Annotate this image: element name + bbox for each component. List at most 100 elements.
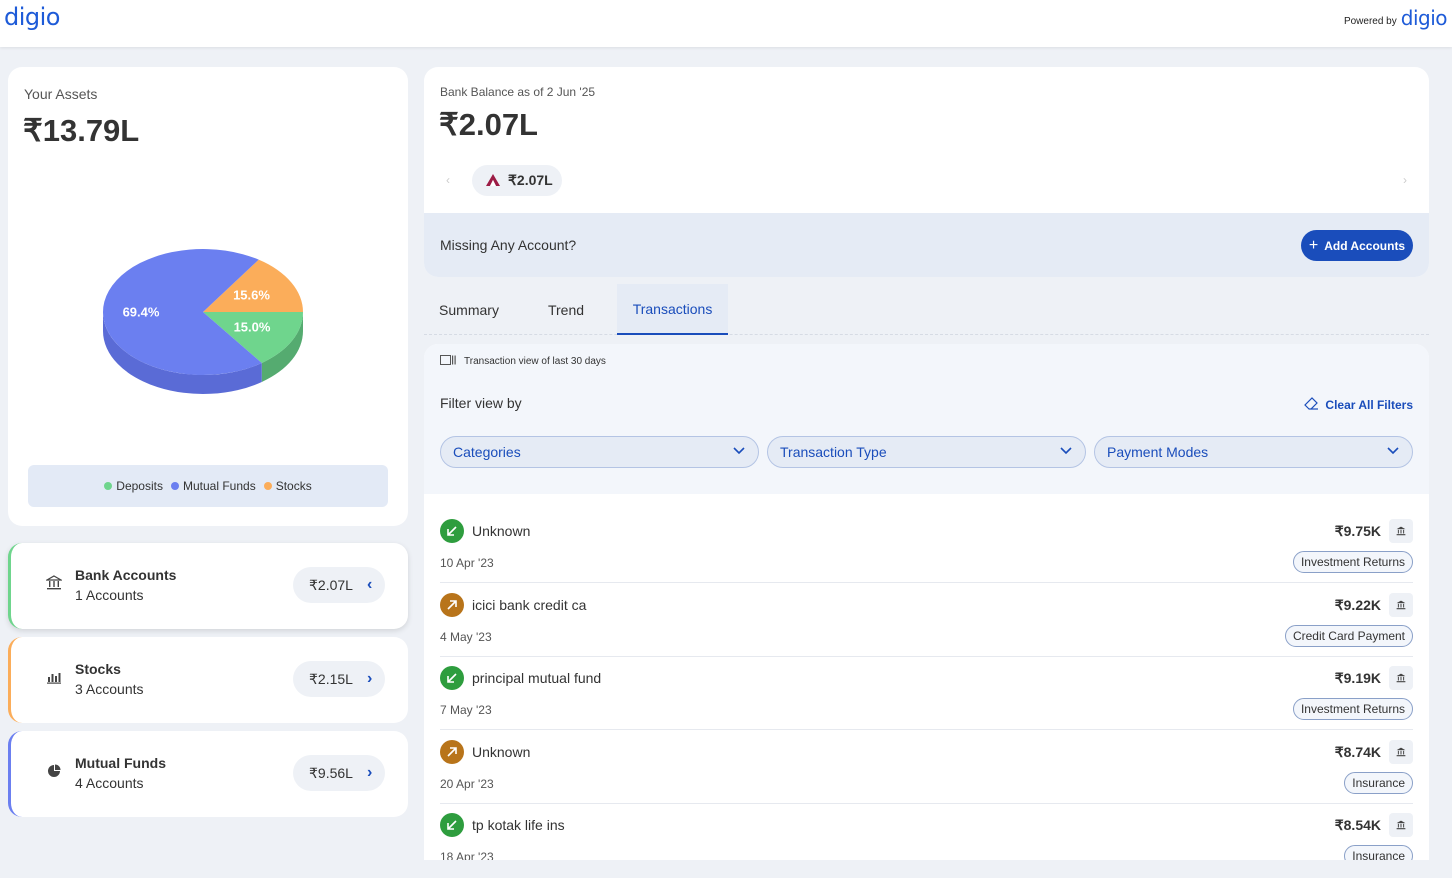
missing-account-text: Missing Any Account? <box>440 237 577 253</box>
transactions-filter-section: Transaction view of last 30 days Filter … <box>424 344 1429 494</box>
transaction-amount: ₹9.75K <box>1334 523 1381 539</box>
arrow-down-left-icon <box>440 519 464 543</box>
pie-legend: Deposits Mutual Funds Stocks <box>28 465 388 507</box>
add-accounts-label: Add Accounts <box>1324 238 1406 253</box>
category-tag: Credit Card Payment <box>1284 624 1413 647</box>
tab-transactions[interactable]: Transactions <box>617 284 728 335</box>
bar-chart-icon <box>45 669 63 687</box>
transaction-amount: ₹8.54K <box>1334 817 1381 833</box>
account-count: 3 Accounts <box>75 681 144 697</box>
chevron-right-icon: › <box>366 670 373 687</box>
account-amount: ₹2.15L <box>309 670 353 687</box>
account-title: Mutual Funds <box>75 755 166 771</box>
bank-chip-amount: ₹2.07L <box>508 172 553 188</box>
view-toggle-icon <box>440 355 456 368</box>
top-bar: digio Powered by digio <box>0 0 1452 47</box>
transaction-row[interactable]: tp kotak life ins 18 Apr '23 ₹8.54K Insuran… <box>440 804 1413 860</box>
transaction-note-text: Transaction view of last 30 days <box>464 356 606 367</box>
category-tag: Investment Returns <box>1292 551 1413 573</box>
assets-card: Your Assets ₹13.79L 15.6% 15.0% 69.4% Depo… <box>8 67 408 526</box>
account-card-bank[interactable]: Bank Accounts 1 Accounts ₹2.07L ‹ <box>8 543 408 629</box>
plus-icon: + <box>1308 236 1319 254</box>
powered-by: Powered by digio <box>1343 6 1448 30</box>
account-title: Stocks <box>75 661 121 677</box>
assets-total: ₹13.79L <box>23 113 140 148</box>
tab-bar: Summary Trend Transactions <box>424 284 1429 335</box>
asset-pie-chart: 15.6% 15.0% 69.4% <box>102 242 313 397</box>
chevron-down-icon <box>733 447 745 455</box>
account-count: 4 Accounts <box>75 775 144 791</box>
legend-item-deposits: Deposits <box>104 479 163 493</box>
brand-logo[interactable]: digio <box>4 3 61 31</box>
transaction-name: principal mutual fund <box>472 670 602 686</box>
account-amount-button[interactable]: ₹2.07L ‹ <box>293 567 385 603</box>
powered-by-label: Powered by <box>1343 15 1397 27</box>
missing-account-bar: Missing Any Account? + Add Accounts <box>424 213 1429 277</box>
account-title: Bank Accounts <box>75 567 177 583</box>
transaction-amount: ₹9.22K <box>1334 596 1381 613</box>
arrow-down-left-icon <box>440 813 464 837</box>
account-count: 1 Accounts <box>75 587 144 603</box>
categories-dropdown[interactable]: Categories <box>440 436 759 468</box>
arrow-up-right-icon <box>440 592 464 617</box>
account-amount-button[interactable]: ₹9.56L › <box>293 755 385 791</box>
payment-modes-dropdown[interactable]: Payment Modes <box>1094 436 1413 468</box>
chevron-left-icon: ‹ <box>366 576 373 593</box>
dropdown-label: Categories <box>453 444 521 460</box>
eraser-icon <box>1304 397 1319 413</box>
carousel-prev-button[interactable]: ‹ <box>446 173 450 187</box>
bank-icon <box>1389 739 1413 764</box>
category-tag: Insurance <box>1344 845 1413 860</box>
chevron-right-icon: › <box>366 764 373 781</box>
transaction-date: 4 May '23 <box>440 629 492 644</box>
transaction-amount: ₹9.19K <box>1334 670 1381 686</box>
clear-filters-button[interactable]: Clear All Filters <box>1304 397 1413 413</box>
transaction-row[interactable]: principal mutual fund 7 May '23 ₹9.19K Inve… <box>440 657 1413 730</box>
dropdown-label: Payment Modes <box>1107 444 1209 460</box>
account-amount-button[interactable]: ₹2.15L › <box>293 661 385 697</box>
bank-balance-card: Bank Balance as of 2 Jun '25 ₹2.07L ‹ ₹2… <box>424 67 1429 277</box>
arrow-down-left-icon <box>440 666 464 690</box>
assets-label: Your Assets <box>24 86 98 102</box>
pie-slice-label: 15.6% <box>233 288 270 303</box>
category-tag: Investment Returns <box>1292 698 1413 720</box>
balance-value: ₹2.07L <box>439 107 538 142</box>
pie-slice-label: 15.0% <box>234 320 271 335</box>
legend-dot <box>104 482 113 490</box>
tab-summary[interactable]: Summary <box>424 284 514 335</box>
clear-filters-label: Clear All Filters <box>1325 398 1413 412</box>
add-accounts-button[interactable]: + Add Accounts <box>1301 230 1413 261</box>
transaction-row[interactable]: icici bank credit ca 4 May '23 ₹9.22K Credi… <box>440 584 1413 657</box>
tab-trend[interactable]: Trend <box>528 284 604 335</box>
balance-label: Bank Balance as of 2 Jun '25 <box>440 85 596 99</box>
transaction-date: 10 Apr '23 <box>440 556 494 570</box>
chevron-down-icon <box>1387 447 1399 455</box>
account-card-stocks[interactable]: Stocks 3 Accounts ₹2.15L › <box>8 637 408 723</box>
transaction-date: 7 May '23 <box>440 703 492 717</box>
bank-icon <box>1389 666 1413 690</box>
transaction-note: Transaction view of last 30 days <box>440 355 606 368</box>
carousel-next-button[interactable]: › <box>1403 173 1407 187</box>
account-amount: ₹2.07L <box>309 576 353 593</box>
transaction-row[interactable]: Unknown 20 Apr '23 ₹8.74K Insurance <box>440 731 1413 804</box>
bank-icon <box>1389 813 1413 837</box>
bank-account-chip[interactable]: ₹2.07L <box>472 165 562 196</box>
bank-icon <box>1389 519 1413 543</box>
transaction-date: 20 Apr '23 <box>440 776 494 791</box>
legend-label: Deposits <box>116 479 163 493</box>
transaction-date: 18 Apr '23 <box>440 850 494 860</box>
category-tag: Insurance <box>1344 771 1413 794</box>
bank-icon <box>1389 592 1413 617</box>
transaction-row[interactable]: Unknown 10 Apr '23 ₹9.75K Investment Return… <box>440 510 1413 583</box>
transaction-type-dropdown[interactable]: Transaction Type <box>767 436 1086 468</box>
pie-slice-label: 69.4% <box>123 305 160 320</box>
transaction-name: icici bank credit ca <box>472 596 587 613</box>
transaction-name: Unknown <box>472 743 531 760</box>
account-card-mutual-funds[interactable]: Mutual Funds 4 Accounts ₹9.56L › <box>8 731 408 817</box>
filter-label: Filter view by <box>440 395 522 411</box>
legend-label: Mutual Funds <box>182 479 256 493</box>
legend-dot <box>170 482 179 490</box>
axis-bank-logo-icon <box>486 173 500 189</box>
legend-dot <box>263 482 272 490</box>
pie-chart-icon <box>45 763 63 781</box>
